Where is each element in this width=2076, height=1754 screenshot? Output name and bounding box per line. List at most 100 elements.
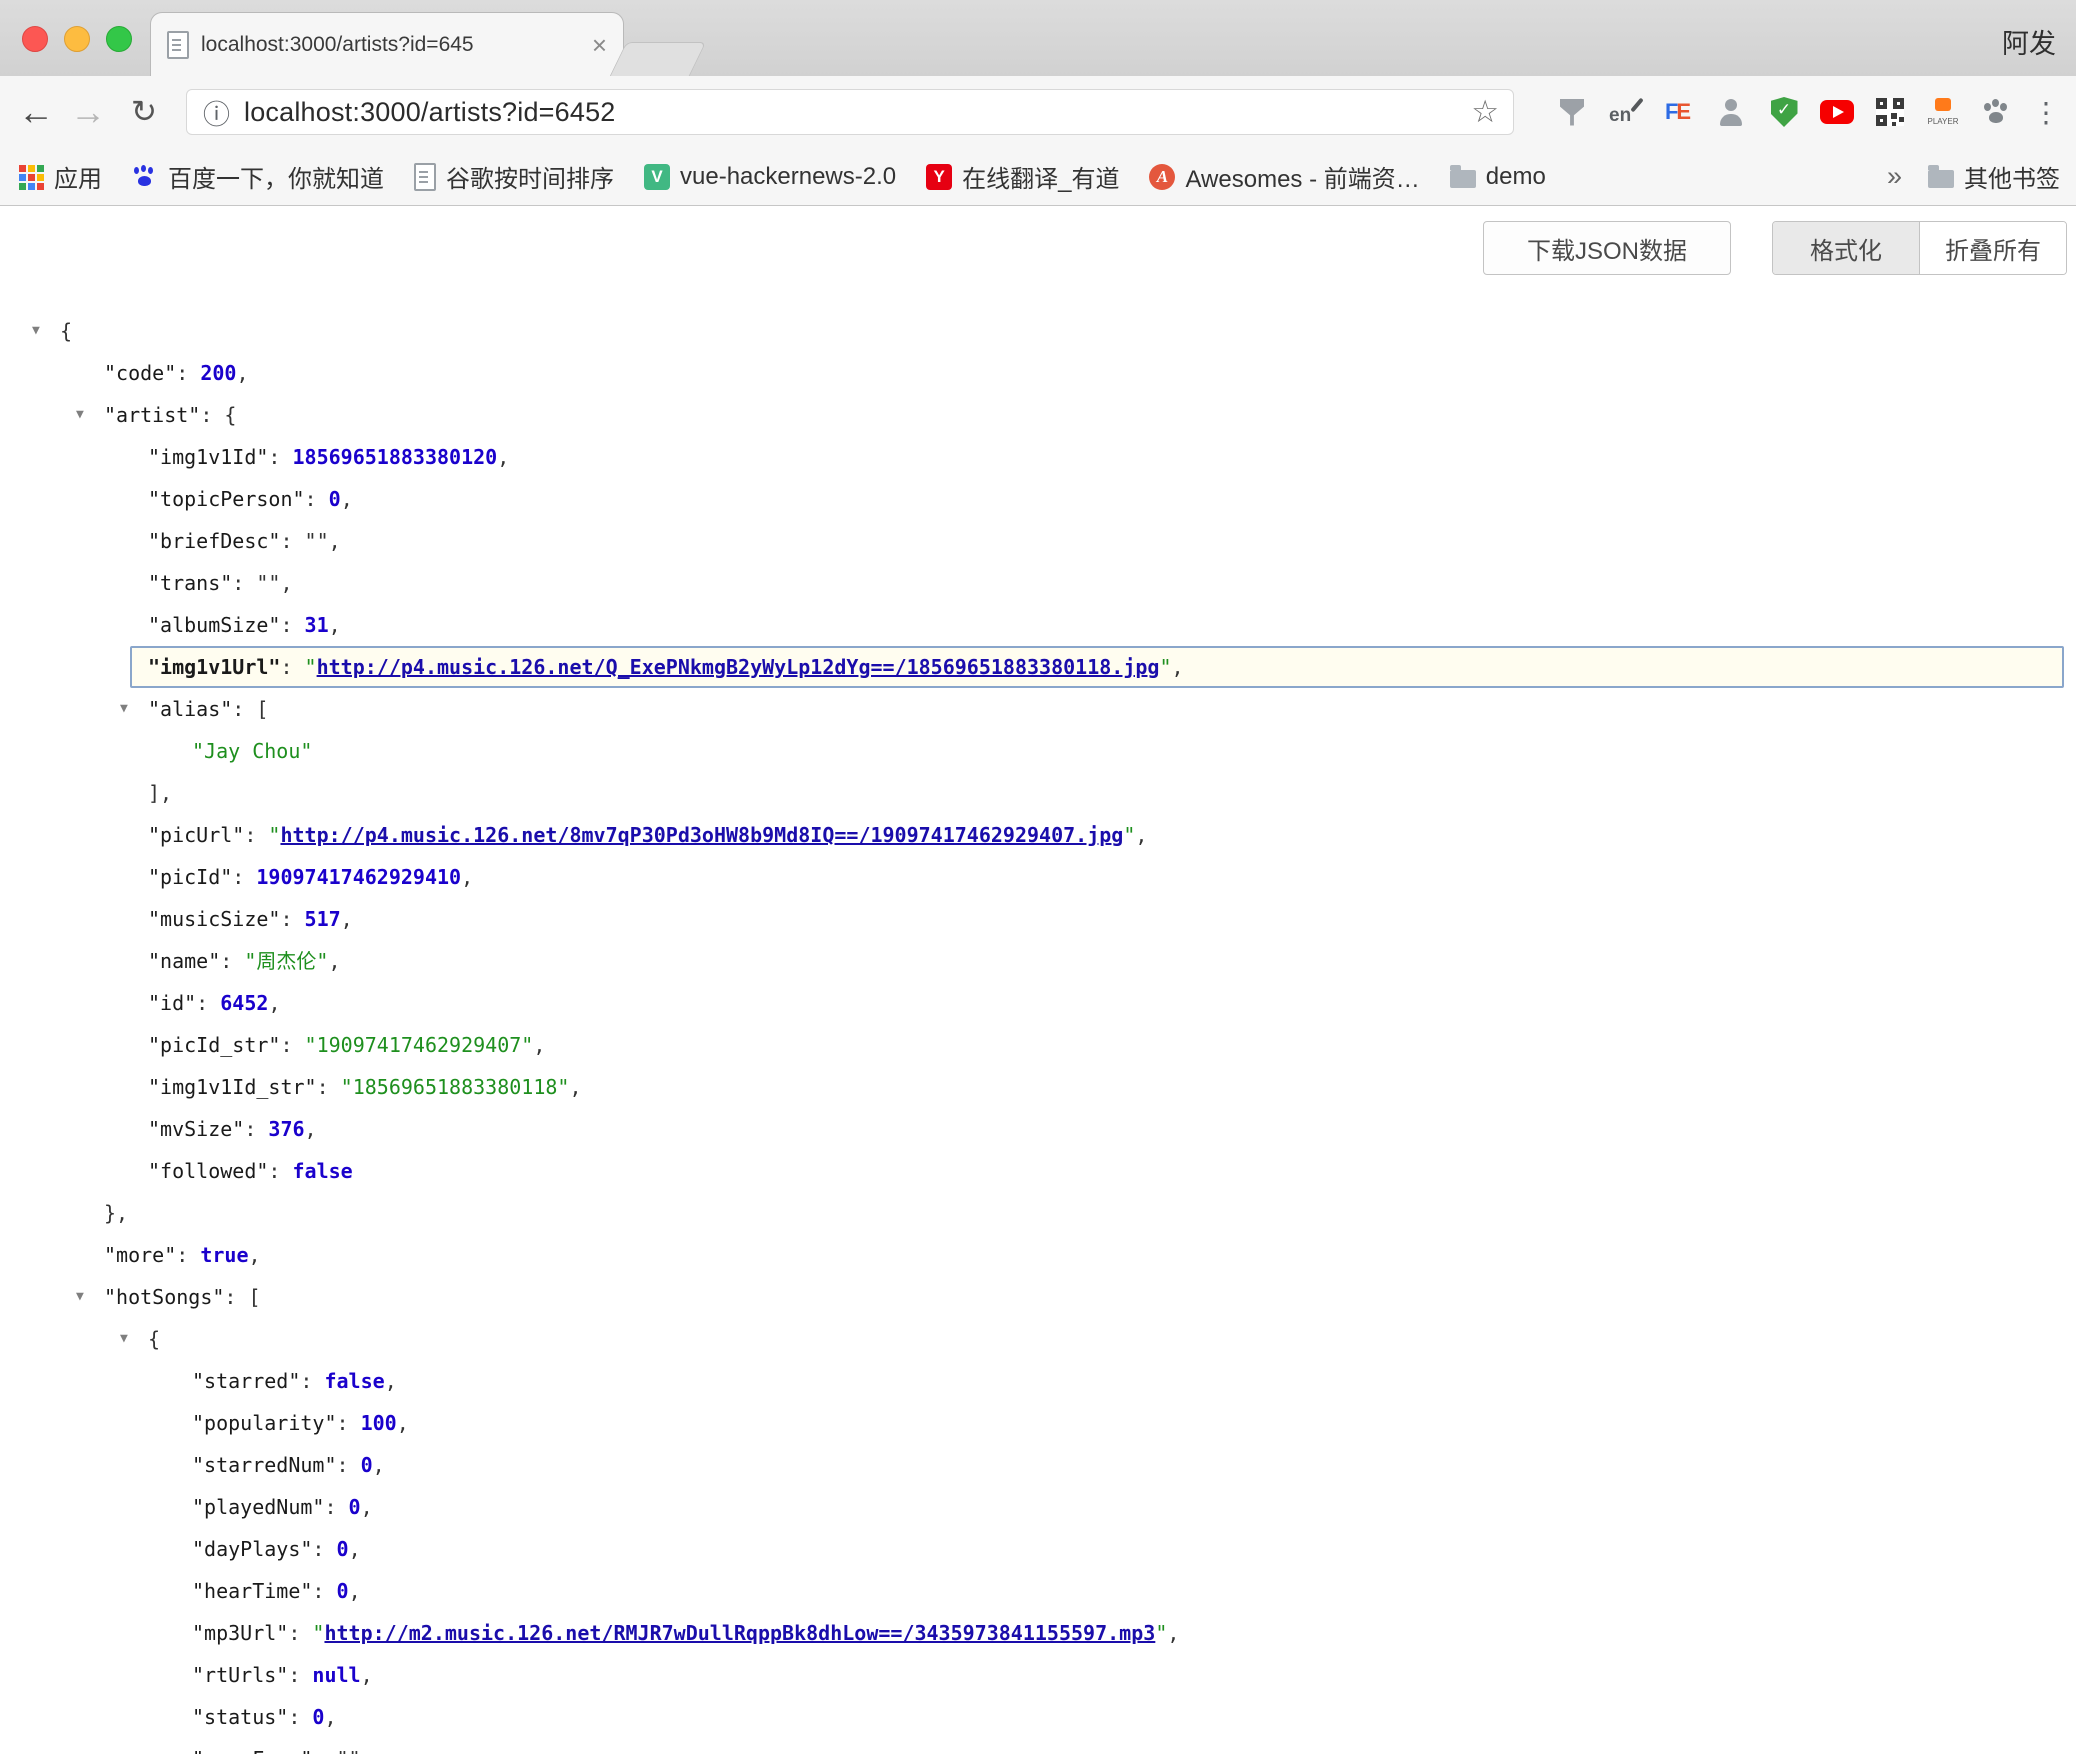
json-punctuation: { (224, 403, 236, 427)
browser-tab[interactable]: localhost:3000/artists?id=645 × (150, 12, 624, 76)
youdao-icon (926, 164, 952, 190)
json-line: "hearTime": 0, (0, 1570, 2076, 1612)
json-link[interactable]: http://m2.music.126.net/RMJR7wDullRqppBk… (324, 1621, 1155, 1645)
window-close-button[interactable] (22, 26, 48, 52)
json-comma: , (249, 1243, 261, 1267)
json-comma: , (373, 1453, 385, 1477)
back-icon[interactable]: ← (14, 76, 58, 148)
collapse-toggle-icon[interactable]: ▼ (76, 394, 84, 436)
json-value: 200 (200, 361, 236, 385)
format-button[interactable]: 格式化 (1773, 222, 1920, 274)
qrcode-extension-button[interactable] (1868, 90, 1912, 134)
json-line: "dayPlays": 0, (0, 1528, 2076, 1570)
bookmark-item[interactable]: Awesomes - 前端资… (1149, 159, 1419, 194)
reload-icon[interactable]: ↻ (122, 76, 166, 148)
json-comma: , (497, 445, 509, 469)
json-line: "topicPerson": 0, (0, 478, 2076, 520)
json-key: "dayPlays" (192, 1537, 312, 1561)
translate-extension-button[interactable] (1603, 90, 1647, 134)
tab-close-icon[interactable]: × (592, 32, 607, 58)
fe-extension-button[interactable] (1656, 90, 1700, 134)
bookmark-label: Awesomes - 前端资… (1185, 159, 1419, 194)
json-colon: : (317, 1075, 341, 1099)
site-info-icon[interactable]: ⓘ (203, 93, 230, 132)
browser-menu-icon[interactable]: ⋮ (2026, 76, 2066, 148)
bookmarks-overflow-icon[interactable]: » (1887, 161, 1902, 192)
json-value: 31 (305, 613, 329, 637)
bookmark-item[interactable]: demo (1450, 163, 1546, 191)
json-line[interactable]: "img1v1Url": "http://p4.music.126.net/Q_… (130, 646, 2064, 688)
json-line: "trans": "", (0, 562, 2076, 604)
forward-icon[interactable]: → (66, 76, 110, 148)
json-comma: , (349, 1537, 361, 1561)
json-key: "starred" (192, 1369, 300, 1393)
bookmarks-right: » 其他书签 (1887, 159, 2060, 194)
json-key: "hotSongs" (104, 1285, 224, 1309)
profile-extension-button[interactable] (1709, 90, 1753, 134)
json-link[interactable]: http://p4.music.126.net/8mv7qP30Pd3oHW8b… (280, 823, 1123, 847)
player-extension-button[interactable] (1921, 90, 1965, 134)
json-line: "img1v1Id": 18569651883380120, (0, 436, 2076, 478)
shield-extension-button[interactable] (1762, 90, 1806, 134)
json-comma: , (329, 613, 341, 637)
json-value: "" (305, 529, 329, 553)
collapse-toggle-icon[interactable]: ▼ (32, 310, 40, 352)
new-tab-button[interactable] (610, 42, 707, 76)
json-colon: : (176, 361, 200, 385)
collapse-toggle-icon[interactable]: ▼ (120, 688, 128, 730)
json-comma: , (329, 529, 341, 553)
json-colon: : (268, 1159, 292, 1183)
json-link[interactable]: http://p4.music.126.net/Q_ExePNkmgB2yWyL… (317, 655, 1160, 679)
json-value: null (312, 1663, 360, 1687)
tab-favicon-icon (167, 31, 189, 59)
tab-strip: localhost:3000/artists?id=645 × 阿发 (0, 0, 2076, 76)
pennant-extension-button[interactable] (1550, 90, 1594, 134)
json-punctuation: { (60, 319, 72, 343)
bookmark-item[interactable]: 谷歌按时间排序 (414, 159, 614, 194)
collapse-toggle-icon[interactable]: ▼ (120, 1318, 128, 1360)
json-key: "starredNum" (192, 1453, 337, 1477)
json-comma: , (361, 1663, 373, 1687)
json-view: ▼{"code": 200,▼"artist": {"img1v1Id": 18… (0, 206, 2076, 1754)
json-colon: : (288, 1663, 312, 1687)
json-punctuation: [ (256, 697, 268, 721)
json-key: "trans" (148, 571, 232, 595)
json-key: "popularity" (192, 1411, 337, 1435)
browser-toolbar: ← → ↻ ⓘ localhost:3000/artists?id=6452 ☆… (0, 76, 2076, 148)
json-value: 18569651883380120 (293, 445, 498, 469)
json-line: ▼{ (0, 310, 2076, 352)
bookmark-star-icon[interactable]: ☆ (1471, 94, 1499, 130)
window-zoom-button[interactable] (106, 26, 132, 52)
json-colon: : (300, 1369, 324, 1393)
bookmark-item[interactable]: 在线翻译_有道 (926, 159, 1119, 194)
collapse-all-button[interactable]: 折叠所有 (1920, 222, 2066, 274)
json-value: "周杰伦" (244, 949, 328, 973)
collapse-toggle-icon[interactable]: ▼ (76, 1276, 84, 1318)
bookmark-label: 谷歌按时间排序 (446, 159, 614, 194)
bookmark-item[interactable]: vue-hackernews-2.0 (644, 163, 896, 191)
json-key: "status" (192, 1705, 288, 1729)
paw-extension-button[interactable] (1974, 90, 2018, 134)
json-value: "19097417462929407" (305, 1033, 534, 1057)
download-json-button[interactable]: 下载JSON数据 (1483, 221, 1731, 275)
fe-icon (1663, 97, 1693, 127)
qrcode-icon (1876, 98, 1904, 126)
json-key: "rtUrls" (192, 1663, 288, 1687)
address-bar[interactable]: ⓘ localhost:3000/artists?id=6452 ☆ (186, 89, 1514, 135)
json-colon: : (312, 1747, 336, 1754)
other-bookmarks-folder[interactable]: 其他书签 (1928, 159, 2060, 194)
bookmark-item[interactable]: 应用 (18, 159, 102, 194)
bookmark-item[interactable]: 百度一下，你就知道 (132, 159, 384, 194)
json-line: "mvSize": 376, (0, 1108, 2076, 1150)
pennant-icon (1560, 99, 1584, 126)
json-value: "18569651883380118" (341, 1075, 570, 1099)
window-minimize-button[interactable] (64, 26, 90, 52)
json-comma: , (397, 1411, 409, 1435)
tab-title: localhost:3000/artists?id=645 (201, 33, 592, 57)
json-punctuation: [ (249, 1285, 261, 1309)
json-quote: " (305, 655, 317, 679)
json-line: "picId_str": "19097417462929407", (0, 1024, 2076, 1066)
json-line: "mp3Url": "http://m2.music.126.net/RMJR7… (0, 1612, 2076, 1654)
youtube-extension-button[interactable] (1815, 90, 1859, 134)
json-line: "more": true, (0, 1234, 2076, 1276)
